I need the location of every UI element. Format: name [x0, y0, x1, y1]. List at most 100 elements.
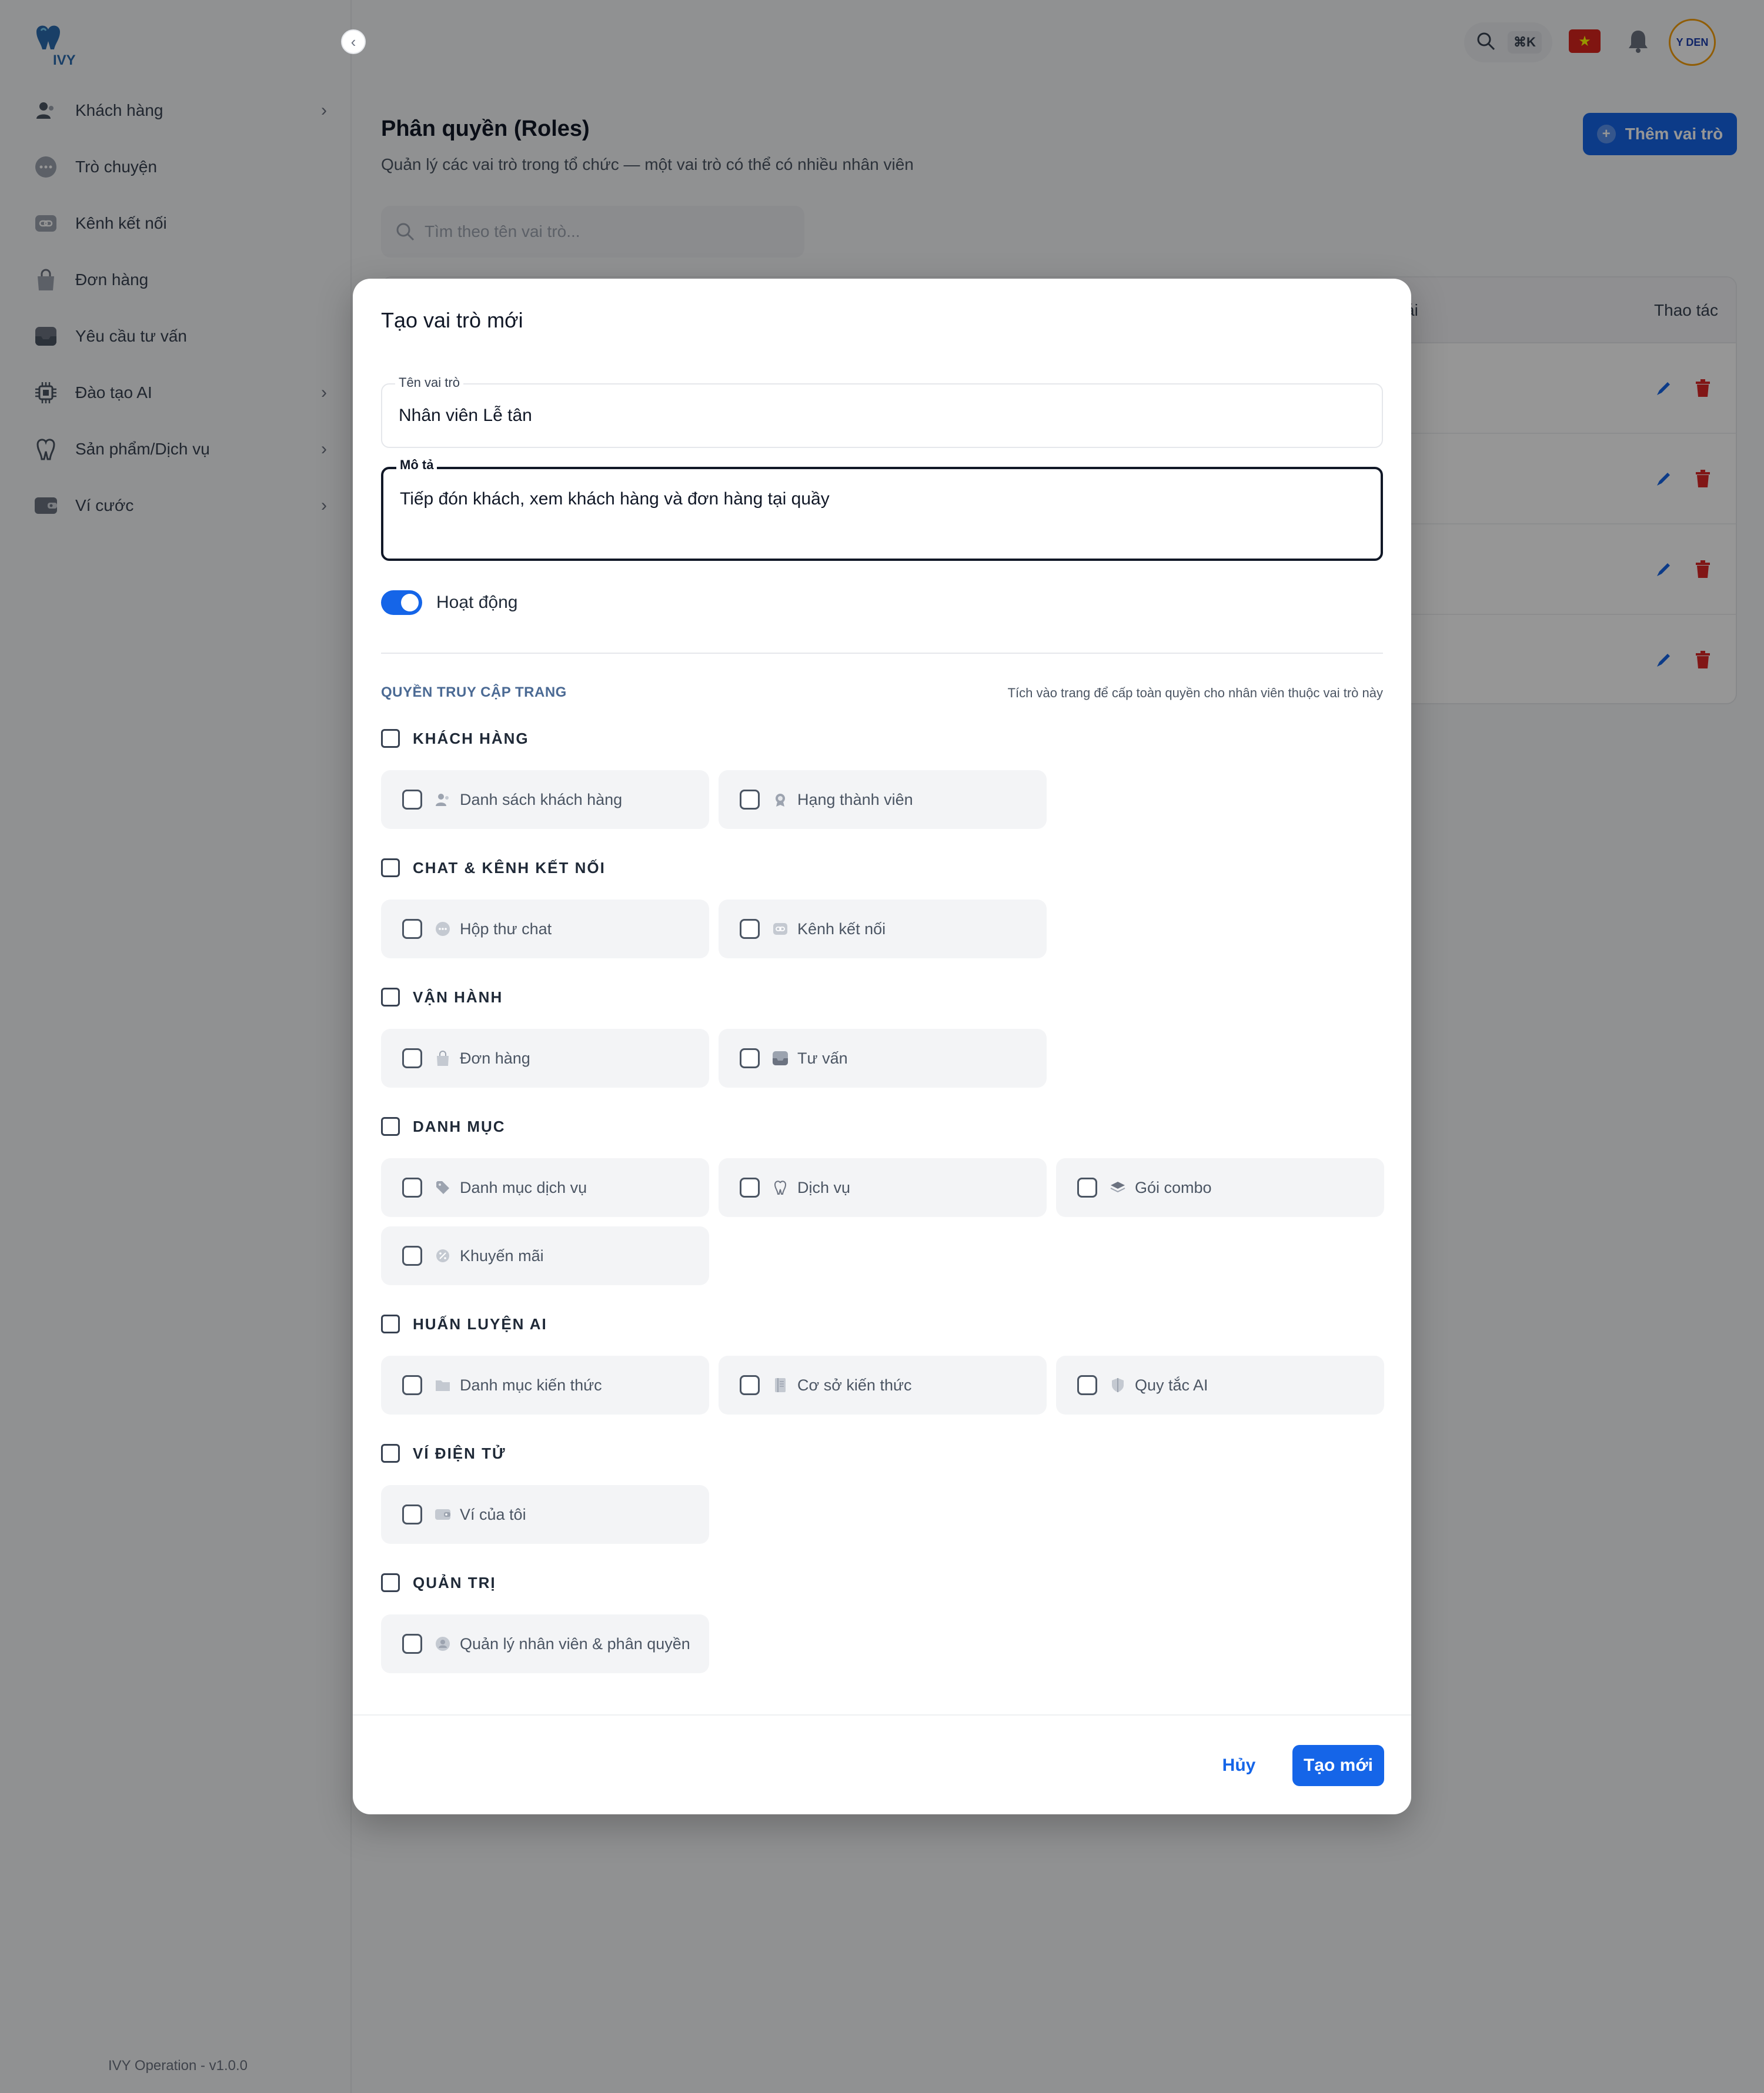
permission-group-quan-tri: QUẢN TRỊ Quản lý nhân viên & phân quyền — [381, 1571, 1383, 1673]
wallet-icon — [434, 1506, 452, 1523]
permission-card[interactable]: Ví của tôi — [381, 1485, 709, 1544]
tooth-icon — [771, 1179, 789, 1196]
link-icon — [771, 920, 789, 938]
page-checkbox[interactable] — [1077, 1178, 1097, 1198]
permission-card[interactable]: Quản lý nhân viên & phân quyền — [381, 1614, 709, 1673]
group-title: QUẢN TRỊ — [413, 1573, 496, 1592]
permission-card[interactable]: Hộp thư chat — [381, 900, 709, 958]
section-divider — [381, 653, 1383, 654]
page-checkbox[interactable] — [1077, 1375, 1097, 1395]
permissions-heading: QUYỀN TRUY CẬP TRANG — [381, 684, 567, 700]
permission-group-danh-muc: DANH MỤC Danh mục dịch vụ Dịch vụ Gói co… — [381, 1115, 1384, 1285]
group-checkbox[interactable] — [381, 1444, 400, 1463]
description-label: Mô tả — [396, 457, 437, 473]
permission-label: Quản lý nhân viên & phân quyền — [460, 1634, 690, 1653]
permission-card[interactable]: Cơ sở kiến thức — [719, 1356, 1047, 1415]
permission-card[interactable]: Dịch vụ — [719, 1158, 1047, 1217]
tag-icon — [434, 1179, 452, 1196]
permission-label: Cơ sở kiến thức — [797, 1376, 912, 1394]
page-checkbox[interactable] — [740, 919, 760, 939]
permission-label: Ví của tôi — [460, 1505, 526, 1523]
page-checkbox[interactable] — [402, 1178, 422, 1198]
page-checkbox[interactable] — [402, 919, 422, 939]
toggle-knob — [401, 594, 419, 611]
group-header: QUẢN TRỊ — [381, 1571, 1383, 1594]
permission-label: Dịch vụ — [797, 1178, 851, 1196]
permission-label: Hộp thư chat — [460, 920, 552, 938]
permission-card[interactable]: Danh mục kiến thức — [381, 1356, 709, 1415]
permission-group-huan-luyen-ai: HUẤN LUYỆN AI Danh mục kiến thức Cơ sở k… — [381, 1312, 1384, 1415]
permission-card[interactable]: Đơn hàng — [381, 1029, 709, 1088]
active-toggle[interactable] — [381, 590, 422, 615]
group-header: VÍ ĐIỆN TỬ — [381, 1442, 1383, 1465]
page-checkbox[interactable] — [402, 1375, 422, 1395]
role-name-label: Tên vai trò — [395, 375, 463, 390]
permission-card[interactable]: Khuyến mãi — [381, 1226, 709, 1285]
description-value: Tiếp đón khách, xem khách hàng và đơn hà… — [400, 489, 830, 509]
page-cards: Danh sách khách hàng Hạng thành viên — [381, 770, 1383, 829]
group-checkbox[interactable] — [381, 1573, 400, 1592]
permission-group-van-hanh: VẬN HÀNH Đơn hàng Tư vấn — [381, 985, 1383, 1088]
chat-icon — [434, 920, 452, 938]
page-checkbox[interactable] — [740, 790, 760, 810]
percent-icon — [434, 1247, 452, 1265]
users-icon — [434, 791, 452, 808]
page-checkbox[interactable] — [402, 790, 422, 810]
page-cards: Đơn hàng Tư vấn — [381, 1029, 1383, 1088]
permission-group-vi-dien-tu: VÍ ĐIỆN TỬ Ví của tôi — [381, 1442, 1383, 1544]
page-cards: Hộp thư chat Kênh kết nối — [381, 900, 1383, 958]
permission-card[interactable]: Danh sách khách hàng — [381, 770, 709, 829]
page-checkbox[interactable] — [402, 1048, 422, 1068]
shopping-bag-icon — [434, 1049, 452, 1067]
chevron-left-icon: ‹ — [350, 32, 356, 51]
page-checkbox[interactable] — [740, 1178, 760, 1198]
book-icon — [771, 1376, 789, 1394]
group-checkbox[interactable] — [381, 988, 400, 1007]
group-header: VẬN HÀNH — [381, 985, 1383, 1009]
group-checkbox[interactable] — [381, 1315, 400, 1333]
group-title: VẬN HÀNH — [413, 988, 503, 1006]
page-checkbox[interactable] — [740, 1375, 760, 1395]
sidebar-collapse-button[interactable]: ‹ — [341, 29, 366, 54]
group-checkbox[interactable] — [381, 858, 400, 877]
role-name-field[interactable]: Tên vai trò Nhân viên Lễ tân — [381, 375, 1383, 448]
permission-label: Khuyến mãi — [460, 1246, 544, 1265]
group-header: KHÁCH HÀNG — [381, 727, 1383, 750]
footer-divider — [353, 1714, 1411, 1716]
permission-label: Quy tắc AI — [1135, 1376, 1208, 1394]
folder-icon — [434, 1376, 452, 1394]
permission-label: Gói combo — [1135, 1178, 1212, 1196]
group-title: KHÁCH HÀNG — [413, 729, 529, 747]
permission-card[interactable]: Danh mục dịch vụ — [381, 1158, 709, 1217]
group-title: DANH MỤC — [413, 1117, 506, 1135]
group-header: DANH MỤC — [381, 1115, 1383, 1138]
page-checkbox[interactable] — [740, 1048, 760, 1068]
badge-icon — [771, 791, 789, 808]
permission-label: Tư vấn — [797, 1049, 848, 1067]
group-checkbox[interactable] — [381, 1117, 400, 1136]
role-name-value: Nhân viên Lễ tân — [399, 406, 532, 425]
create-button[interactable]: Tạo mới — [1292, 1745, 1384, 1786]
permission-card[interactable]: Kênh kết nối — [719, 900, 1047, 958]
group-checkbox[interactable] — [381, 729, 400, 748]
description-field[interactable]: Mô tả Tiếp đón khách, xem khách hàng và … — [381, 457, 1383, 561]
page-checkbox[interactable] — [402, 1634, 422, 1654]
page-cards: Quản lý nhân viên & phân quyền — [381, 1614, 1383, 1673]
page-checkbox[interactable] — [402, 1246, 422, 1266]
permission-card[interactable]: Gói combo — [1056, 1158, 1384, 1217]
cancel-button[interactable]: Hủy — [1207, 1745, 1271, 1786]
permission-card[interactable]: Tư vấn — [719, 1029, 1047, 1088]
permission-label: Danh mục dịch vụ — [460, 1178, 587, 1196]
layers-icon — [1109, 1179, 1127, 1196]
group-header: CHAT & KÊNH KẾT NỐI — [381, 856, 1383, 880]
create-role-modal: Tạo vai trò mới Tên vai trò Nhân viên Lễ… — [353, 279, 1411, 1814]
permission-card[interactable]: Hạng thành viên — [719, 770, 1047, 829]
permission-card[interactable]: Quy tắc AI — [1056, 1356, 1384, 1415]
group-title: HUẤN LUYỆN AI — [413, 1315, 547, 1333]
page-checkbox[interactable] — [402, 1504, 422, 1524]
permissions-hint: Tích vào trang để cấp toàn quyền cho nhâ… — [1007, 686, 1383, 700]
permission-label: Danh sách khách hàng — [460, 790, 623, 808]
permission-label: Hạng thành viên — [797, 790, 913, 808]
shield-icon — [1109, 1376, 1127, 1394]
group-header: HUẤN LUYỆN AI — [381, 1312, 1383, 1336]
